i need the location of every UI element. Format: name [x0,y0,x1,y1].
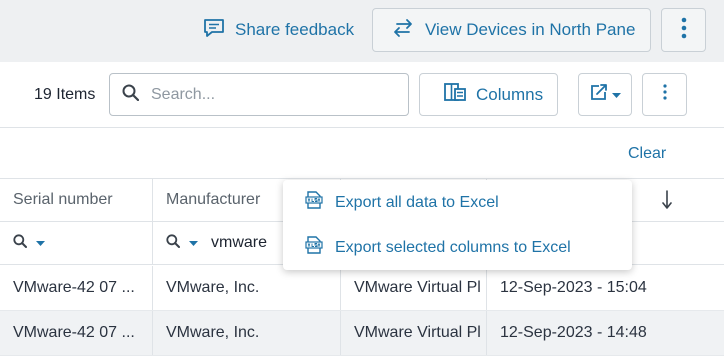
share-feedback-button[interactable]: Share feedback [203,10,354,50]
caret-down-icon [611,86,621,104]
items-count: 19 Items [34,86,96,103]
cell-serial-number: VMware-42 07 ... [0,311,153,355]
cell-manufacturer: VMware, Inc. [153,311,341,355]
swap-arrows-icon [392,18,414,43]
cell-model: VMware Virtual Pl [341,311,487,355]
table-row[interactable]: VMware-42 07 ... VMware, Inc. VMware Vir… [0,266,724,311]
excel-icon [305,191,323,214]
view-devices-button[interactable]: View Devices in North Pane [372,8,651,52]
filter-cell-serial-number[interactable] [0,222,153,264]
export-selected-menu-item[interactable]: Export selected columns to Excel [305,236,571,259]
view-devices-label: View Devices in North Pane [425,20,636,39]
cell-serial-number: VMware-42 07 ... [0,266,153,310]
share-feedback-label: Share feedback [235,20,355,39]
filter-summary-bar: Clear [0,129,724,179]
filter-value[interactable]: vmware [211,234,267,252]
export-dropdown-menu: Export all data to Excel Export selected… [283,180,632,270]
search-icon [122,84,140,106]
column-header-serial-number[interactable]: Serial number [0,179,153,221]
export-all-label: Export all data to Excel [335,193,499,211]
export-button[interactable] [578,73,632,116]
columns-icon [444,83,466,106]
caret-down-icon[interactable] [36,234,45,252]
grid-more-options-button[interactable] [642,73,687,116]
caret-down-icon[interactable] [189,234,198,252]
search-icon [166,233,180,253]
columns-label: Columns [476,84,544,104]
top-more-options-button[interactable] [661,8,706,52]
table-row[interactable]: VMware-42 07 ... VMware, Inc. VMware Vir… [0,311,724,356]
excel-icon [305,236,323,259]
cell-date: 12-Sep-2023 - 14:48 [500,324,647,341]
search-input[interactable] [151,85,381,104]
devices-panel: 19 Items Columns Clea [0,62,724,363]
cell-manufacturer: VMware, Inc. [153,266,341,310]
cell-model: VMware Virtual Pl [341,266,487,310]
search-icon [13,233,27,253]
sort-descending-icon[interactable] [662,190,672,215]
top-bar: Share feedback View Devices in North Pan… [0,0,724,62]
columns-button[interactable]: Columns [419,73,558,116]
export-all-menu-item[interactable]: Export all data to Excel [305,191,499,214]
cell-date: 12-Sep-2023 - 15:04 [500,279,647,296]
export-icon [590,83,608,106]
grid-toolbar: 19 Items Columns [0,62,724,128]
feedback-icon [203,18,225,43]
search-box[interactable] [109,73,409,116]
clear-filters-link[interactable]: Clear [628,145,666,163]
export-selected-label: Export selected columns to Excel [335,238,571,256]
vertical-dots-icon [662,84,667,105]
vertical-dots-icon [681,17,687,44]
